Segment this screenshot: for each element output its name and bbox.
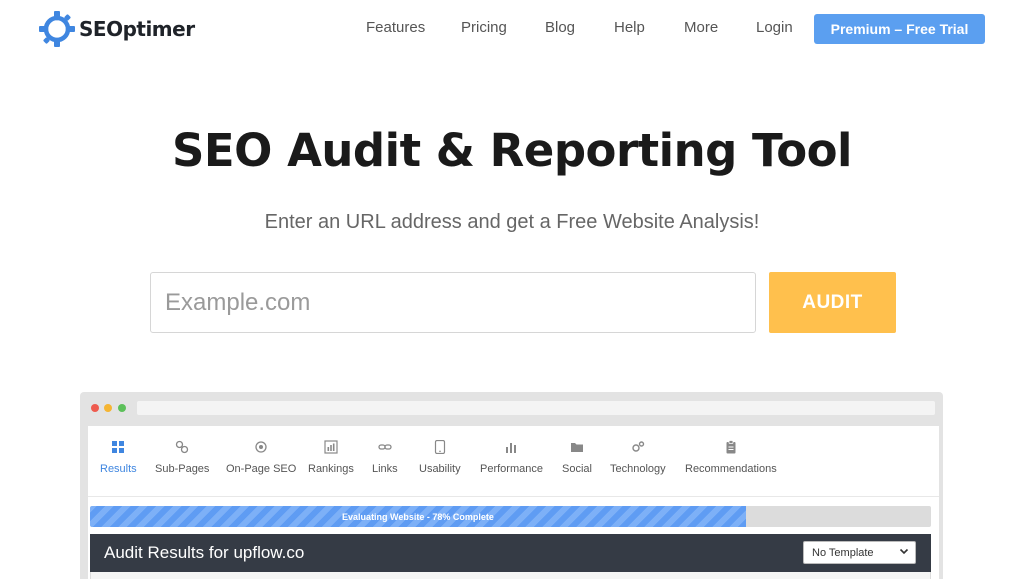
tab-label: Social — [562, 463, 592, 475]
tab-results[interactable]: Results — [100, 440, 137, 475]
chevron-down-icon — [899, 548, 909, 555]
target-icon — [255, 441, 267, 453]
tab-label: Usability — [419, 463, 461, 475]
nav-more[interactable]: More — [684, 19, 718, 36]
clipboard-icon — [726, 440, 736, 454]
audit-results-header: Audit Results for upflow.co No Template — [90, 534, 931, 572]
tab-technology[interactable]: Technology — [610, 440, 666, 475]
audit-progress-bar: Evaluating Website - 78% Complete — [90, 506, 931, 527]
nav-features[interactable]: Features — [366, 19, 425, 36]
url-input[interactable] — [150, 272, 756, 333]
tab-rankings[interactable]: Rankings — [308, 440, 354, 475]
tab-social[interactable]: Social — [562, 440, 592, 475]
bars-icon — [506, 443, 517, 453]
nav-login[interactable]: Login — [756, 19, 793, 36]
tab-recommendations[interactable]: Recommendations — [685, 440, 777, 475]
link-chain-icon — [176, 440, 189, 454]
template-select-value: No Template — [812, 546, 874, 559]
gears-icon — [632, 441, 645, 452]
results-body-edge — [90, 572, 931, 579]
tabs-divider — [88, 496, 939, 497]
mock-address-bar — [137, 401, 935, 415]
tab-label: Rankings — [308, 463, 354, 475]
page-subtitle: Enter an URL address and get a Free Webs… — [264, 211, 760, 233]
brand-name: SEOptimer — [79, 17, 195, 41]
premium-free-trial-button[interactable]: Premium – Free Trial — [814, 14, 985, 44]
mock-content: Results Sub-Pages On-Page SEO Rankings L… — [88, 426, 939, 579]
nav-pricing[interactable]: Pricing — [461, 19, 507, 36]
nav-blog[interactable]: Blog — [545, 19, 575, 36]
window-close-dot — [91, 404, 99, 412]
grid-icon — [112, 441, 125, 453]
tab-label: Technology — [610, 463, 666, 475]
tab-links[interactable]: Links — [372, 440, 398, 475]
tab-label: Results — [100, 463, 137, 475]
brand-logo[interactable]: SEOptimer — [38, 10, 195, 48]
nav-help[interactable]: Help — [614, 19, 645, 36]
tab-sub-pages[interactable]: Sub-Pages — [155, 440, 209, 475]
tab-label: On-Page SEO — [226, 463, 297, 475]
tab-label: Recommendations — [685, 463, 777, 475]
audit-button[interactable]: AUDIT — [769, 272, 896, 333]
tab-usability[interactable]: Usability — [419, 440, 461, 475]
tab-label: Links — [372, 463, 398, 475]
bar-chart-icon — [324, 440, 338, 454]
tab-label: Performance — [480, 463, 543, 475]
tab-label: Sub-Pages — [155, 463, 210, 475]
template-select[interactable]: No Template — [803, 541, 916, 564]
folder-icon — [570, 443, 583, 452]
seoptimer-logo-icon — [39, 11, 75, 47]
page-title: SEO Audit & Reporting Tool — [172, 124, 852, 177]
link-icon — [378, 444, 392, 450]
tablet-icon — [434, 440, 445, 454]
tab-performance[interactable]: Performance — [480, 440, 543, 475]
tab-on-page-seo[interactable]: On-Page SEO — [226, 440, 296, 475]
audit-results-title: Audit Results for upflow.co — [104, 543, 305, 562]
site-header: SEOptimer Features Pricing Blog Help Mor… — [0, 0, 1024, 58]
window-maximize-dot — [118, 404, 126, 412]
report-preview-mockup: Results Sub-Pages On-Page SEO Rankings L… — [80, 392, 943, 579]
progress-text: Evaluating Website - 78% Complete — [342, 511, 494, 522]
window-minimize-dot — [104, 404, 112, 412]
